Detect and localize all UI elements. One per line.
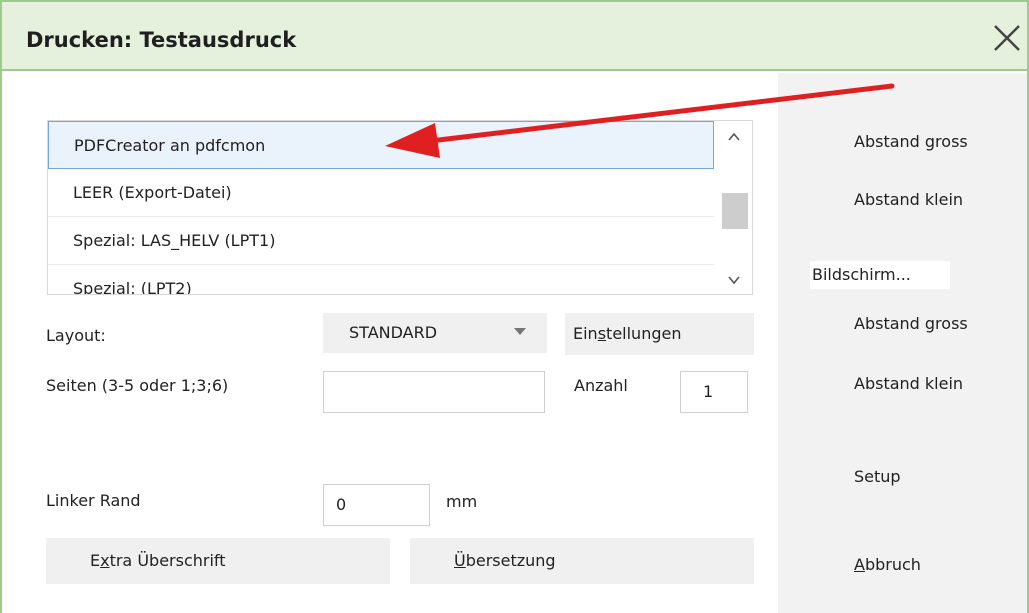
count-input[interactable]: 1 <box>680 371 748 413</box>
layout-value: STANDARD <box>349 323 438 342</box>
screen-button[interactable]: Bildschirm... <box>810 261 950 289</box>
translation-button-text: bersetzung <box>465 551 556 570</box>
pages-input[interactable] <box>323 371 545 413</box>
extra-heading-button-text: E <box>90 551 101 570</box>
margin-label: Linker Rand <box>46 491 141 510</box>
scroll-down-button[interactable] <box>715 266 752 294</box>
scroll-thumb[interactable] <box>722 193 748 229</box>
list-item[interactable]: LEER (Export-Datei) <box>48 169 714 217</box>
settings-button-text: Ein <box>573 324 598 343</box>
extra-heading-button-mnemonic: x <box>100 551 110 570</box>
settings-button-text-end: tellungen <box>606 324 682 343</box>
settings-button-mnemonic: s <box>597 324 607 343</box>
right-button-panel <box>778 73 1027 613</box>
settings-button[interactable]: Einstellungen <box>565 313 754 355</box>
list-item[interactable]: PDFCreator an pdfcmon <box>48 121 714 169</box>
printer-label: Spezial: LAS_HELV (LPT1) <box>73 231 276 250</box>
printer-label: Spezial: (LPT2) <box>73 279 192 295</box>
dropdown-arrow-icon <box>514 328 526 335</box>
close-icon <box>994 25 1020 51</box>
print-dialog: Drucken: Testausdruck PDFCreator an pdfc… <box>0 0 1029 613</box>
spacing-large-button[interactable]: Abstand gross <box>854 132 968 151</box>
cancel-button[interactable]: Abbruch <box>854 555 921 574</box>
printer-list[interactable]: PDFCreator an pdfcmon LEER (Export-Datei… <box>47 120 753 295</box>
scroll-up-button[interactable] <box>715 121 752 151</box>
spacing-small-button[interactable]: Abstand klein <box>854 190 963 209</box>
close-button[interactable] <box>987 18 1027 58</box>
chevron-down-icon <box>728 276 740 285</box>
title-bar: Drucken: Testausdruck <box>2 0 1027 71</box>
cancel-button-mnemonic: A <box>854 555 865 574</box>
setup-button[interactable]: Setup <box>854 467 901 486</box>
spacing-small-button-2[interactable]: Abstand klein <box>854 374 963 393</box>
spacing-large-button-2[interactable]: Abstand gross <box>854 314 968 333</box>
extra-heading-button-text-end: tra Überschrift <box>109 551 226 570</box>
printer-label: LEER (Export-Datei) <box>73 183 232 202</box>
margin-input[interactable]: 0 <box>323 484 430 526</box>
dialog-title: Drucken: Testausdruck <box>26 28 297 52</box>
cancel-button-text: bbruch <box>864 555 921 574</box>
extra-heading-button[interactable]: Extra Überschrift <box>46 538 390 584</box>
translation-button[interactable]: Übersetzung <box>410 538 754 584</box>
printer-label: PDFCreator an pdfcmon <box>74 136 266 155</box>
margin-unit: mm <box>446 492 478 511</box>
pages-label: Seiten (3-5 oder 1;3;6) <box>46 376 229 395</box>
list-item[interactable]: Spezial: (LPT2) <box>48 265 714 295</box>
chevron-up-icon <box>728 132 740 141</box>
list-item[interactable]: Spezial: LAS_HELV (LPT1) <box>48 217 714 265</box>
translation-button-mnemonic: Ü <box>454 551 466 570</box>
layout-label: Layout: <box>46 326 106 345</box>
layout-select[interactable]: STANDARD <box>323 313 547 353</box>
list-scrollbar[interactable] <box>715 121 752 294</box>
count-label: Anzahl <box>574 376 628 395</box>
